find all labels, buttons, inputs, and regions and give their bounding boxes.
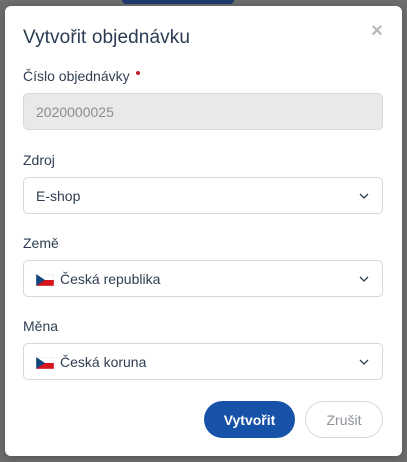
country-field: Země Česká republika: [23, 235, 383, 297]
source-field: Zdroj E-shop: [23, 152, 383, 214]
country-select[interactable]: Česká republika: [23, 260, 383, 297]
order-number-value: 2020000025: [36, 103, 114, 120]
czech-flag-icon: [35, 356, 55, 369]
required-marker: [135, 71, 140, 75]
order-number-label: Číslo objednávky: [23, 68, 383, 86]
order-number-input[interactable]: 2020000025: [23, 93, 383, 130]
czech-flag-icon: [35, 273, 55, 286]
country-value: Česká republika: [60, 270, 161, 287]
currency-select[interactable]: Česká koruna: [23, 343, 383, 380]
create-button[interactable]: Vytvořit: [204, 401, 295, 438]
order-number-field: Číslo objednávky 2020000025: [23, 68, 383, 130]
close-icon[interactable]: ×: [368, 21, 386, 41]
source-select[interactable]: E-shop: [23, 177, 383, 214]
country-label: Země: [23, 235, 59, 251]
source-label: Zdroj: [23, 152, 55, 168]
currency-label: Měna: [23, 318, 59, 334]
currency-field: Měna Česká koruna: [23, 318, 383, 380]
chevron-down-icon: [358, 356, 370, 368]
cancel-button[interactable]: Zrušit: [305, 401, 383, 438]
currency-value: Česká koruna: [60, 353, 147, 370]
source-value: E-shop: [36, 187, 81, 204]
chevron-down-icon: [358, 273, 370, 285]
create-order-dialog: Vytvořit objednávku × Číslo objednávky 2…: [5, 6, 402, 456]
chevron-down-icon: [358, 190, 370, 202]
dialog-title: Vytvořit objednávku: [23, 27, 191, 48]
background-accent: [122, 0, 234, 4]
